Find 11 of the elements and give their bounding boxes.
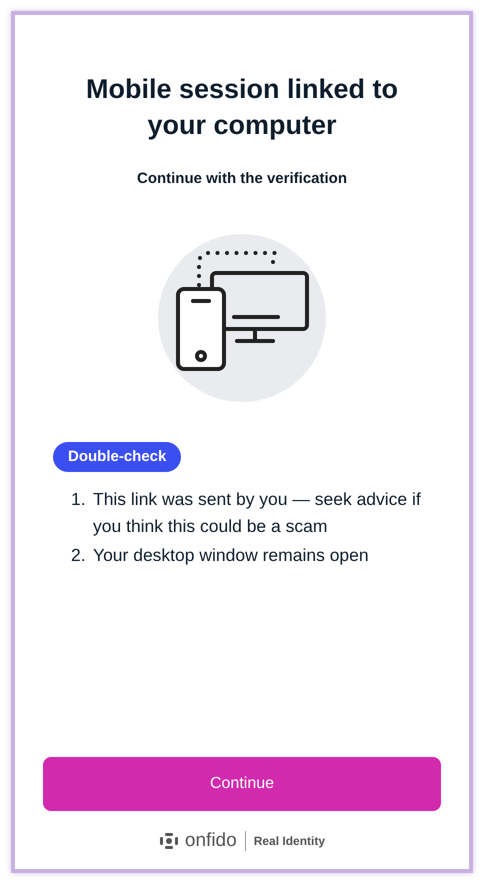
page-title: Mobile session linked to your computer (84, 73, 400, 142)
brand-name: onfido (184, 828, 237, 852)
step-number: 2. (71, 544, 87, 567)
brand-tagline: Real Identity (254, 832, 326, 850)
subtitle: Continue with the verification (136, 169, 347, 189)
step-number: 1. (71, 488, 87, 511)
step-text: Your desktop window remains open (92, 544, 369, 567)
onfido-logo-icon (158, 832, 179, 850)
double-check-badge: Double-check (53, 442, 182, 472)
step-text: This link was sent by you — seek advice if you think this could be a scam (92, 488, 422, 538)
continue-button[interactable]: Continue (43, 756, 441, 810)
